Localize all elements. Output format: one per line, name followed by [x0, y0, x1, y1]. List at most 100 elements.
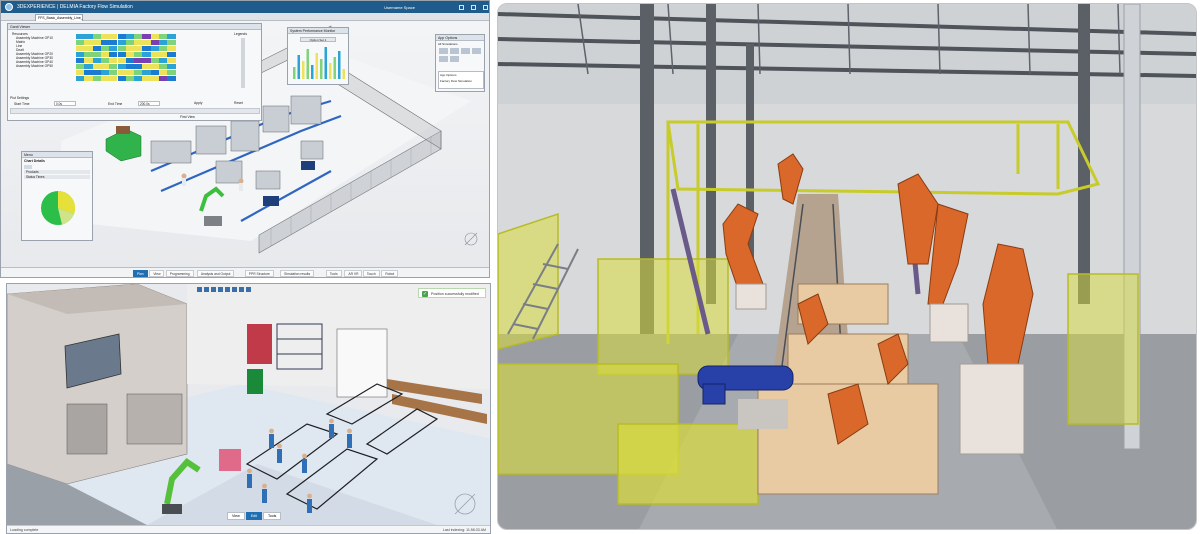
gantt-block — [159, 58, 168, 63]
details-row[interactable]: Status Times — [24, 175, 90, 179]
gantt-block — [125, 52, 135, 57]
gantt-block — [92, 58, 101, 63]
gantt-block — [167, 58, 176, 63]
sim-options-value[interactable]: Factory Flow Simulation — [439, 78, 483, 84]
perf-bar — [320, 59, 323, 79]
action-tab[interactable]: Touch — [362, 270, 380, 277]
sim-tool-icon[interactable] — [439, 48, 448, 54]
gantt-block — [92, 64, 101, 69]
plot-nav-bar[interactable] — [10, 108, 260, 114]
gantt-block — [159, 40, 168, 45]
gantt-chart[interactable] — [76, 34, 176, 82]
perf-bar — [333, 57, 336, 79]
perf-bar — [329, 63, 332, 79]
toast-text: Position successfully modified — [431, 292, 479, 296]
status-pie-chart — [41, 190, 76, 225]
perf-bar — [342, 69, 345, 79]
action-tab[interactable]: Programming — [165, 270, 194, 277]
gantt-block — [134, 52, 143, 57]
sim-tool-icon[interactable] — [450, 56, 459, 62]
gantt-block — [117, 46, 126, 51]
gantt-block — [142, 34, 151, 39]
gantt-block — [76, 34, 85, 39]
tab-tools[interactable]: Tools — [262, 512, 282, 520]
gantt-block — [134, 58, 143, 63]
gantt-viewer-panel: Gantt Viewer Resources Assembly Machine … — [7, 23, 262, 121]
gantt-block — [100, 46, 110, 51]
gantt-block — [100, 52, 110, 57]
title-bar: 3DEXPERIENCE | DELMIA Factory Flow Simul… — [1, 1, 489, 13]
end-time-input[interactable]: 200.0s — [138, 101, 160, 106]
gantt-block — [167, 64, 176, 69]
sim-tool-icon[interactable] — [450, 48, 459, 54]
bottom-app-window: ✓ Position successfully modified View Ed… — [6, 283, 491, 534]
close-icon[interactable] — [483, 4, 488, 10]
gantt-block — [100, 34, 110, 39]
help-icon[interactable] — [471, 4, 476, 10]
gantt-block — [100, 64, 110, 69]
gantt-block — [134, 46, 143, 51]
gantt-block — [76, 70, 85, 75]
first-view-checkbox[interactable]: First View — [180, 115, 195, 119]
sim-tool-icon[interactable] — [472, 48, 481, 54]
action-tab[interactable]: View — [149, 270, 165, 277]
legends-label[interactable]: Legends — [234, 32, 247, 36]
perf-bar — [306, 49, 309, 79]
gantt-scrollbar[interactable] — [241, 38, 245, 88]
apply-button[interactable]: Apply — [194, 101, 202, 105]
gantt-block — [117, 64, 126, 69]
action-tab[interactable]: Robot — [381, 270, 399, 277]
details-row[interactable]: Products — [24, 170, 90, 174]
option-set-dropdown[interactable]: Option Set 1 — [300, 37, 336, 42]
action-tab[interactable]: AR VR — [344, 270, 363, 277]
factory-floor-3d-view[interactable] — [7, 284, 491, 525]
gantt-block — [109, 76, 118, 81]
gantt-block — [84, 46, 93, 51]
sim-tool-icon[interactable] — [439, 56, 448, 62]
gantt-block — [109, 46, 118, 51]
success-toast: ✓ Position successfully modified — [418, 288, 486, 298]
gantt-block — [76, 64, 85, 69]
user-label[interactable]: Username Space — [384, 5, 415, 10]
tree-item[interactable]: Assembly Machine OP50 — [10, 64, 53, 68]
action-tab[interactable]: Analysis and Output — [196, 270, 235, 277]
perf-bar — [324, 47, 327, 79]
gantt-block — [167, 46, 176, 51]
gantt-block — [100, 40, 110, 45]
action-tab[interactable]: Tools — [325, 270, 342, 277]
perf-bar — [293, 67, 296, 79]
tab-active-document[interactable]: FFS_Basic_Assembly_Line_ — [35, 14, 83, 21]
gantt-block — [76, 46, 85, 51]
reset-button[interactable]: Reset — [234, 101, 243, 105]
share-icon[interactable] — [459, 4, 464, 10]
perf-bar — [297, 55, 300, 79]
chart-icon[interactable] — [24, 165, 32, 169]
gantt-block — [125, 70, 135, 75]
app-options-panel: App Options All Simulations App Options … — [435, 34, 485, 92]
top-app-window: 3DEXPERIENCE | DELMIA Factory Flow Simul… — [0, 0, 490, 278]
gantt-block — [92, 76, 101, 81]
action-tab[interactable]: PPR Structure — [244, 270, 274, 277]
action-bar: Plan View Programming Analysis and Output PP… — [1, 267, 489, 277]
gantt-block — [142, 76, 151, 81]
start-time-input[interactable]: 0.0s — [54, 101, 76, 106]
tab-view[interactable]: View — [227, 512, 245, 520]
chart-details-label[interactable]: Chart Details — [24, 159, 45, 163]
action-tab[interactable]: Plan — [133, 270, 148, 277]
sim-tool-icon[interactable] — [461, 48, 470, 54]
gantt-block — [142, 64, 151, 69]
gantt-block — [76, 58, 85, 63]
gantt-block — [92, 34, 101, 39]
gantt-block — [92, 40, 101, 45]
gantt-block — [109, 58, 118, 63]
gantt-block — [150, 70, 159, 75]
tab-edit[interactable]: Edit — [245, 512, 262, 520]
action-tab[interactable]: Simulation results — [280, 270, 315, 277]
gantt-block — [76, 52, 85, 57]
compass-logo-icon[interactable] — [5, 3, 13, 11]
gantt-block — [159, 70, 168, 75]
gantt-block — [150, 46, 159, 51]
gantt-block — [76, 40, 85, 45]
gantt-block — [84, 58, 93, 63]
gantt-block — [125, 58, 135, 63]
